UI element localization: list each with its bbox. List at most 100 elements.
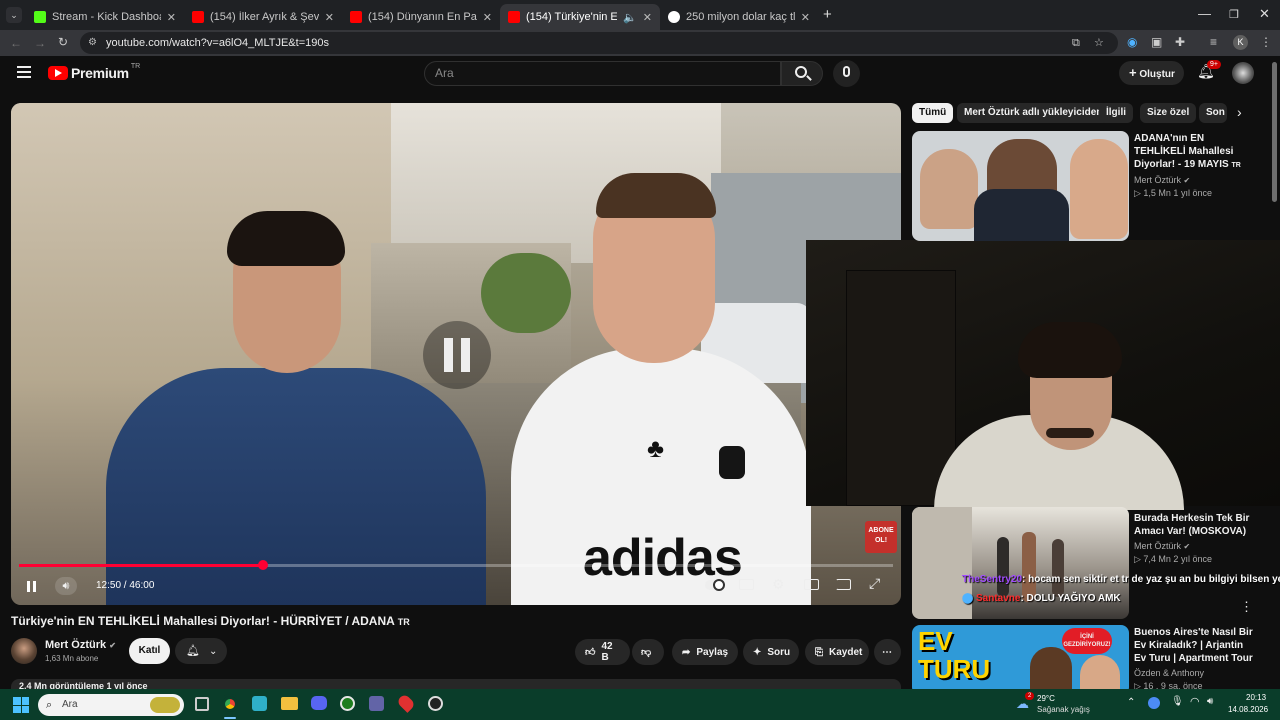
tab-youtube-active[interactable]: (154) Türkiye'nin EN TEHLİK 🔈 ✕: [500, 4, 660, 30]
close-icon[interactable]: ✕: [167, 11, 176, 24]
chip-all[interactable]: Tümü: [912, 103, 954, 123]
chip-for-you[interactable]: Size özel: [1140, 103, 1197, 123]
new-tab-button[interactable]: +: [823, 6, 832, 23]
join-button[interactable]: Katıl: [129, 638, 170, 664]
account-avatar[interactable]: [1232, 62, 1254, 84]
youtube-logo[interactable]: Premium TR: [48, 63, 140, 81]
close-icon[interactable]: ✕: [483, 11, 492, 24]
speaker-icon[interactable]: 🔈: [623, 11, 637, 24]
chrome-icon[interactable]: [220, 694, 240, 714]
back-icon[interactable]: ←: [10, 36, 22, 50]
profile-avatar[interactable]: K: [1233, 35, 1248, 50]
ask-button[interactable]: ✦ Soru: [743, 639, 799, 665]
play-pause-button[interactable]: [27, 579, 36, 597]
chip-recent[interactable]: Son: [1199, 103, 1227, 123]
close-icon[interactable]: ✕: [325, 11, 334, 24]
microphone-tray-icon[interactable]: 🎙︎: [1171, 696, 1184, 707]
minimize-icon[interactable]: —: [1198, 6, 1211, 21]
chevron-right-icon[interactable]: ›: [1237, 104, 1242, 120]
speaker-tray-icon[interactable]: 🔊︎: [1207, 696, 1213, 707]
progress-scrubber[interactable]: [257, 560, 268, 570]
channel-name[interactable]: Mert Öztürk ✔︎: [1134, 540, 1190, 553]
dislike-button[interactable]: 👎︎: [632, 639, 664, 665]
create-button[interactable]: + Oluştur: [1119, 61, 1184, 85]
maps-pin-icon[interactable]: [396, 693, 416, 713]
close-icon[interactable]: ✕: [643, 11, 652, 24]
clock-time[interactable]: 20:13: [1246, 693, 1266, 702]
chip-related[interactable]: İlgili: [1099, 103, 1133, 123]
tab-list-icon[interactable]: ⌄: [6, 7, 22, 23]
video-player[interactable]: ♣ adidas ABONE OL! 🔊︎ 12:50 / 46:00 ⚙ ⤢: [11, 103, 901, 605]
tab-youtube-2[interactable]: (154) Dünyanın En Pahalı Evi / İ ✕: [342, 4, 500, 30]
close-icon[interactable]: ✕: [801, 11, 810, 24]
like-button[interactable]: 👍︎ 42 B: [575, 639, 630, 665]
task-view-icon[interactable]: [195, 697, 209, 711]
clock-date[interactable]: 14.08.2026: [1228, 705, 1268, 714]
taskbar-search[interactable]: ⌕ Ara: [38, 694, 184, 716]
file-explorer-icon[interactable]: [281, 697, 298, 710]
video-title[interactable]: ADANA'nın EN TEHLİKELİ Mahallesi Diyorla…: [1134, 132, 1254, 172]
close-window-icon[interactable]: ✕: [1259, 6, 1270, 22]
browser-menu-icon[interactable]: ⋮: [1260, 35, 1272, 49]
tab-google[interactable]: 250 milyon dolar kaç tl - Googl ✕: [660, 4, 818, 30]
video-thumbnail[interactable]: EV TURU İÇİNİ GEZDİRİYORUZ!: [912, 625, 1129, 689]
description-box[interactable]: 2,4 Mn görüntüleme 1 yıl önce: [11, 679, 901, 689]
xbox-icon[interactable]: [340, 696, 355, 711]
pause-overlay-icon[interactable]: [423, 321, 491, 389]
extensions-puzzle-icon[interactable]: ✚: [1175, 35, 1185, 49]
miniplayer-icon[interactable]: [804, 579, 819, 590]
restore-icon[interactable]: ❐: [1229, 8, 1239, 21]
chip-from-uploader[interactable]: Mert Öztürk adlı yükleyiciden: [957, 103, 1110, 123]
tray-overflow-icon[interactable]: ⌃: [1127, 697, 1135, 708]
windows-start-icon[interactable]: [13, 697, 29, 713]
extension-icon-2[interactable]: ▣: [1151, 35, 1162, 49]
edge-icon[interactable]: [252, 696, 267, 711]
voice-search-button[interactable]: [833, 60, 860, 87]
more-options-icon[interactable]: ⋮: [1240, 599, 1253, 615]
weather-temp: 29°C: [1037, 694, 1055, 703]
search-input[interactable]: Ara: [424, 61, 781, 86]
volume-icon[interactable]: 🔊︎: [55, 577, 77, 595]
hamburger-menu-icon[interactable]: [17, 66, 31, 78]
subtitles-icon[interactable]: [739, 579, 754, 590]
reload-icon[interactable]: ↻: [58, 35, 68, 49]
save-button[interactable]: ⎘ Kaydet: [805, 639, 869, 665]
related-video-1[interactable]: ADANA'nın EN TEHLİKELİ Mahallesi Diyorla…: [912, 131, 1272, 241]
forward-icon[interactable]: →: [34, 36, 46, 50]
tab-search-icon[interactable]: ≡: [1210, 35, 1217, 49]
channel-name[interactable]: Mert Öztürk ✔︎: [45, 639, 116, 651]
tab-youtube-1[interactable]: (154) İlker Ayrık & Şevket Çorul ✕: [184, 4, 342, 30]
extension-icon-1[interactable]: ◉: [1127, 35, 1137, 49]
channel-name[interactable]: Mert Öztürk ✔︎: [1134, 174, 1190, 187]
settings-gear-icon[interactable]: ⚙: [772, 576, 785, 593]
fullscreen-icon[interactable]: ⤢: [869, 575, 880, 592]
like-count: 42 B: [601, 641, 613, 663]
video-title[interactable]: Buenos Aires'te Nasıl Bir Ev Kiraladık? …: [1134, 626, 1254, 665]
page-scrollbar[interactable]: [1272, 62, 1277, 202]
install-icon[interactable]: ⧉: [1072, 32, 1080, 54]
weather-widget[interactable]: ☁ 2 29°C Sağanak yağış: [1016, 692, 1114, 718]
bookmark-star-icon[interactable]: ☆: [1094, 32, 1104, 54]
progress-track[interactable]: [19, 560, 893, 570]
related-video-3[interactable]: EV TURU İÇİNİ GEZDİRİYORUZ! Buenos Aires…: [912, 625, 1272, 689]
wifi-icon[interactable]: ◠: [1190, 695, 1200, 708]
subscribe-badge[interactable]: ABONE OL!: [865, 521, 897, 553]
tray-app-icon[interactable]: [1148, 697, 1160, 709]
channel-avatar[interactable]: [11, 638, 37, 664]
autoplay-toggle[interactable]: [705, 579, 725, 591]
subscribed-bell-button[interactable]: 🔔︎ ⌄: [175, 638, 227, 664]
share-button[interactable]: ➦ Paylaş: [672, 639, 738, 665]
video-thumbnail[interactable]: [912, 131, 1129, 241]
site-info-icon[interactable]: ⚙: [88, 32, 97, 54]
obs-icon[interactable]: [428, 696, 443, 711]
video-title[interactable]: Burada Herkesin Tek Bir Amacı Var! (MOSK…: [1134, 512, 1254, 538]
cast-icon[interactable]: [836, 579, 851, 590]
notifications-button[interactable]: 🔔︎ 9+: [1197, 60, 1221, 81]
tab-kick-dashboard[interactable]: Stream - Kick Dashboard ✕: [26, 4, 184, 30]
address-bar[interactable]: ⚙ youtube.com/watch?v=a6lO4_MLTJE&t=190s…: [80, 32, 1118, 54]
search-button[interactable]: [781, 61, 823, 86]
channel-name[interactable]: Özden & Anthony: [1134, 667, 1204, 680]
more-actions-button[interactable]: ⋯: [874, 639, 901, 665]
teams-icon[interactable]: [369, 696, 384, 711]
discord-icon[interactable]: [311, 696, 327, 710]
